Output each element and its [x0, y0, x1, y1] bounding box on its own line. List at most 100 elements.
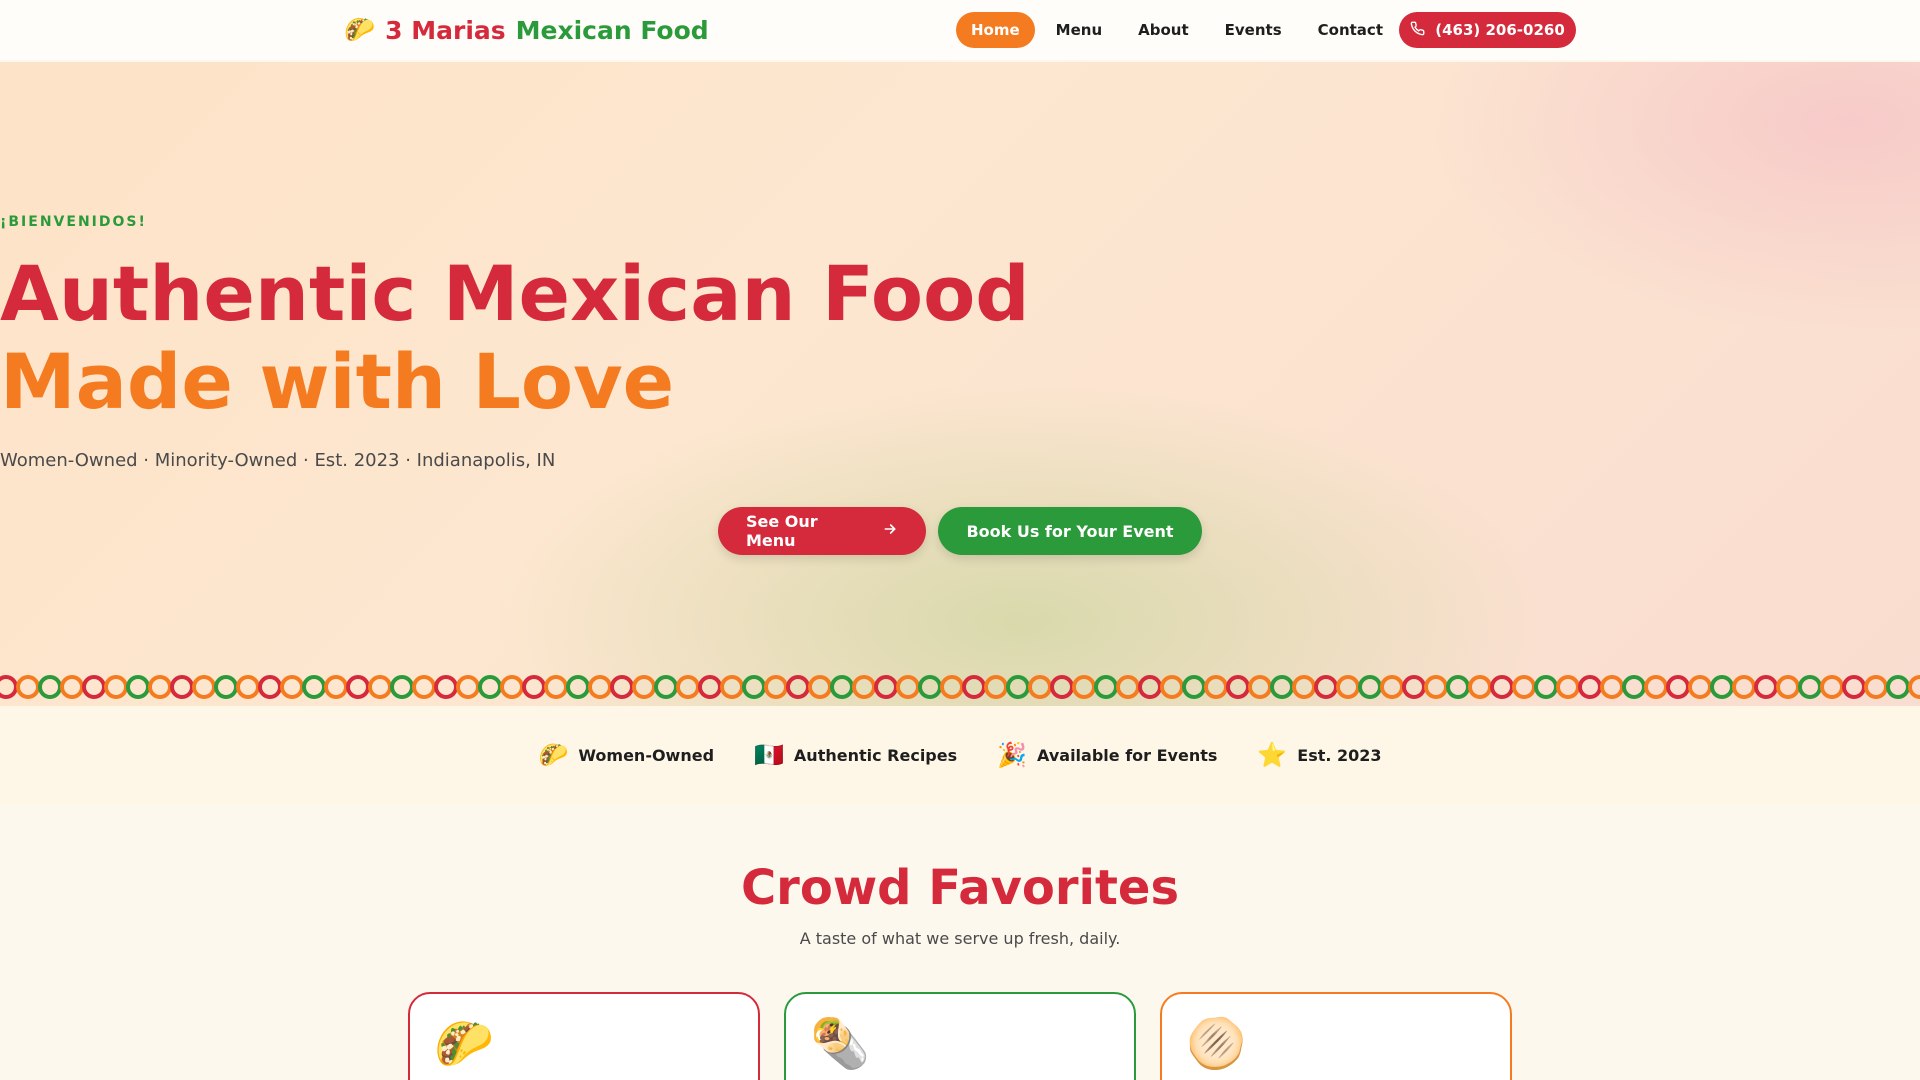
phone-number: (463) 206-0260	[1435, 21, 1565, 39]
decorative-ring	[852, 675, 876, 699]
nav-link-contact[interactable]: Contact	[1303, 12, 1398, 48]
decorative-ring	[1556, 675, 1580, 699]
decorative-ring	[1270, 675, 1294, 699]
decorative-ring	[544, 675, 568, 699]
decorative-ring	[1336, 675, 1360, 699]
feature-label: Authentic Recipes	[793, 745, 958, 765]
decorative-ring	[632, 675, 656, 699]
decorative-ring	[258, 675, 282, 699]
decorative-ring	[1138, 675, 1162, 699]
decorative-ring	[236, 675, 260, 699]
nav-link-about[interactable]: About	[1123, 12, 1204, 48]
feature-label: Available for Events	[1037, 745, 1218, 765]
hero-tagline: Women-Owned · Minority-Owned · Est. 2023…	[0, 450, 556, 471]
decorative-ring	[1292, 675, 1316, 699]
decorative-ring	[1424, 675, 1448, 699]
decorative-ring	[1226, 675, 1250, 699]
nav-link-home[interactable]: Home	[956, 12, 1035, 48]
hero-headline-line1: Authentic Mexican Food	[0, 249, 1030, 338]
favorites-subtitle: A taste of what we serve up fresh, daily…	[799, 929, 1121, 948]
decorative-ring	[742, 675, 766, 699]
decorative-ring	[1864, 675, 1888, 699]
decorative-ring	[478, 675, 502, 699]
decorative-ring	[1732, 675, 1756, 699]
nav-link-events[interactable]: Events	[1210, 12, 1297, 48]
decorative-ring	[1380, 675, 1404, 699]
see-menu-label: See Our Menu	[746, 512, 818, 550]
decorative-ring	[1578, 675, 1602, 699]
decorative-ring	[1820, 675, 1844, 699]
decorative-ring	[346, 675, 370, 699]
decorative-ring	[38, 675, 62, 699]
decorative-ring	[456, 675, 480, 699]
decorative-ring	[1688, 675, 1712, 699]
site-header: 🌮 3 Marias Mexican Food Home Menu About …	[0, 0, 1920, 60]
decorative-ring	[1358, 675, 1382, 699]
decorative-ring	[698, 675, 722, 699]
decorative-ring	[984, 675, 1008, 699]
decorative-ring	[1160, 675, 1184, 699]
decorative-ring	[962, 675, 986, 699]
call-phone-button[interactable]: (463) 206-0260	[1399, 12, 1576, 48]
decorative-ring	[104, 675, 128, 699]
decorative-ring	[1446, 675, 1470, 699]
hero-headline-line2: Made with Love	[0, 337, 675, 426]
decorative-ring	[610, 675, 634, 699]
party-popper-icon: 🎉	[997, 741, 1028, 769]
decorative-ring	[1094, 675, 1118, 699]
decorative-ring	[1534, 675, 1558, 699]
decorative-ring	[1182, 675, 1206, 699]
decorative-ring	[1402, 675, 1426, 699]
decorative-ring	[1886, 675, 1910, 699]
decorative-ring	[1710, 675, 1734, 699]
brand-logo-link[interactable]: 🌮 3 Marias Mexican Food	[344, 12, 709, 48]
decorative-ring	[148, 675, 172, 699]
see-menu-button[interactable]: See Our Menu	[718, 507, 926, 555]
feature-label: Women-Owned	[578, 745, 715, 765]
decorative-ring	[368, 675, 392, 699]
feature-events: 🎉 Available for Events	[997, 741, 1217, 769]
favorite-card-burrito[interactable]: 🌯	[784, 992, 1136, 1080]
decorative-ring	[764, 675, 788, 699]
decorative-ring	[1798, 675, 1822, 699]
decorative-ring	[830, 675, 854, 699]
nav-link-menu[interactable]: Menu	[1041, 12, 1117, 48]
brand-name-part2: Mexican Food	[515, 15, 709, 45]
decorative-ring	[1050, 675, 1074, 699]
taco-icon: 🌮	[538, 741, 569, 769]
star-icon: ⭐	[1257, 741, 1288, 769]
decorative-ring	[170, 675, 194, 699]
decorative-ring	[874, 675, 898, 699]
decorative-ring	[82, 675, 106, 699]
decorative-ring	[654, 675, 678, 699]
book-event-button[interactable]: Book Us for Your Event	[938, 507, 1202, 555]
taco-icon: 🌮	[434, 1016, 494, 1072]
decorative-ring	[192, 675, 216, 699]
feature-authentic-recipes: 🇲🇽 Authentic Recipes	[754, 741, 957, 769]
decorative-ring	[918, 675, 942, 699]
favorite-card-flatbread[interactable]: 🫓	[1160, 992, 1512, 1080]
hero-buttons: See Our Menu Book Us for Your Event	[0, 507, 1920, 555]
decorative-ring	[500, 675, 524, 699]
decorative-ring	[1776, 675, 1800, 699]
decorative-ring	[1028, 675, 1052, 699]
decorative-ring	[412, 675, 436, 699]
decorative-ring	[1006, 675, 1030, 699]
decorative-ring	[1314, 675, 1338, 699]
feature-women-owned: 🌮 Women-Owned	[538, 741, 714, 769]
decorative-ring	[1468, 675, 1492, 699]
decorative-ring	[324, 675, 348, 699]
brand-name-part1: 3 Marias	[385, 15, 506, 45]
feature-label: Est. 2023	[1297, 745, 1382, 765]
decorative-ring	[896, 675, 920, 699]
favorites-title: Crowd Favorites	[740, 860, 1180, 916]
decorative-ring	[280, 675, 304, 699]
decorative-ring	[16, 675, 40, 699]
favorite-card-taco[interactable]: 🌮	[408, 992, 760, 1080]
decorative-ring	[1666, 675, 1690, 699]
decorative-ring	[786, 675, 810, 699]
decorative-ring	[1248, 675, 1272, 699]
decorative-ring	[1600, 675, 1624, 699]
main-nav: Home Menu About Events Contact	[956, 12, 1398, 48]
decorative-ring	[1622, 675, 1646, 699]
